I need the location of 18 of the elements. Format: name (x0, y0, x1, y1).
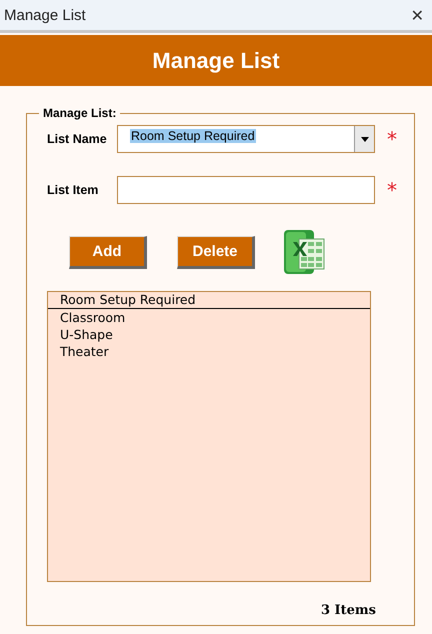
window-title: Manage List (4, 6, 86, 24)
action-button[interactable]: Add (69, 236, 147, 268)
list-item[interactable]: Classroom (48, 309, 370, 326)
list-item[interactable]: Theater (48, 343, 370, 360)
item-count: 3 Items (320, 603, 376, 618)
list-item[interactable]: U-Shape (48, 326, 370, 343)
spreadsheet-icon[interactable] (283, 229, 325, 275)
list-header: Room Setup Required (48, 292, 370, 309)
group-legend: Manage List: (39, 106, 120, 120)
dropdown-field[interactable]: Room Setup Required (117, 125, 375, 153)
input-field[interactable] (117, 176, 375, 204)
header-banner: Manage List (0, 35, 432, 86)
field-label: List Name (47, 132, 108, 146)
field-label: List Item (47, 183, 100, 197)
required-mark: * (387, 127, 397, 151)
action-button[interactable]: Delete (177, 236, 255, 268)
required-mark: * (387, 178, 397, 202)
close-button[interactable]: ✕ (408, 6, 426, 24)
